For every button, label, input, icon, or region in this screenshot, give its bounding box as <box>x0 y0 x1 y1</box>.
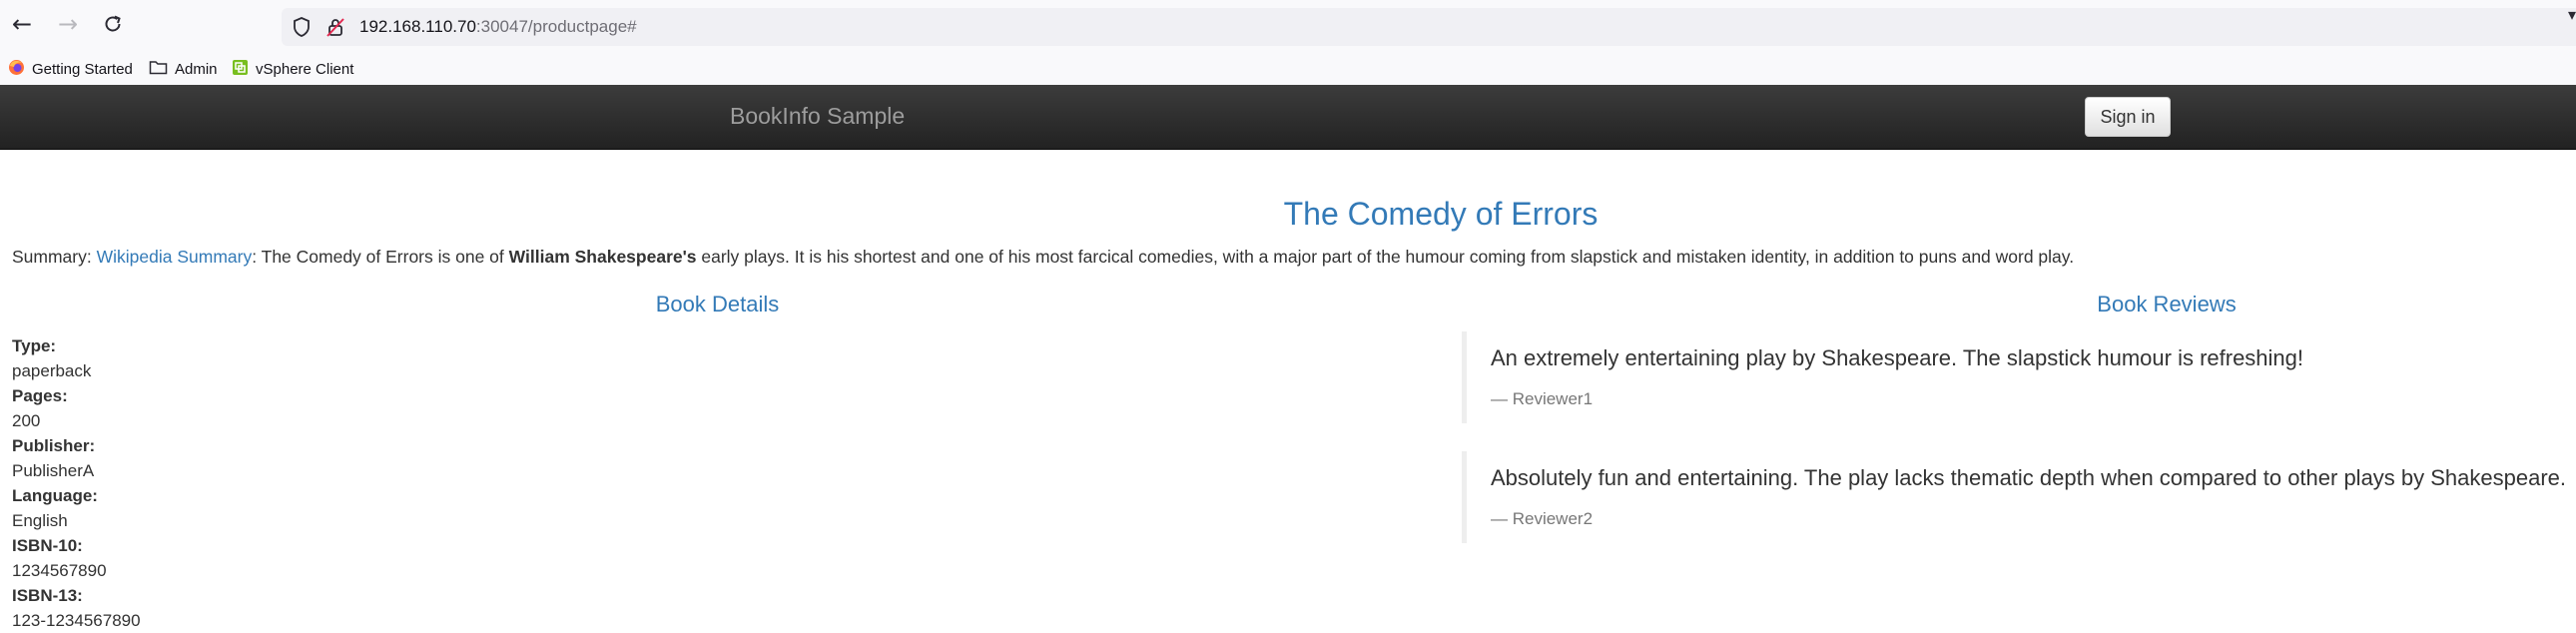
review-author: — Reviewer2 <box>1491 509 1594 528</box>
book-details-list: Type: paperback Pages: 200 Publisher: Pu… <box>12 333 141 633</box>
bookmark-label: Getting Started <box>32 60 133 78</box>
detail-label-isbn13: ISBN-13: <box>12 586 83 605</box>
summary-text-2: early plays. It is his shortest and one … <box>696 247 2075 267</box>
detail-value-isbn13: 123-1234567890 <box>12 611 141 630</box>
detail-value-publisher: PublisherA <box>12 461 95 480</box>
url-text[interactable]: 192.168.110.70:30047/productpage# <box>359 17 637 37</box>
detail-label-language: Language: <box>12 486 98 505</box>
detail-value-type: paperback <box>12 361 92 380</box>
summary-author-bold: William Shakespeare's <box>508 247 697 267</box>
wikipedia-summary-link[interactable]: Wikipedia Summary <box>97 247 253 267</box>
bookmark-getting-started[interactable]: Getting Started <box>8 58 133 80</box>
review-author: — Reviewer1 <box>1491 389 1594 408</box>
firefox-icon <box>8 59 25 80</box>
forward-arrow-icon[interactable]: → <box>54 10 82 38</box>
url-bar[interactable]: 192.168.110.70:30047/productpage# <box>282 8 2576 46</box>
detail-label-publisher: Publisher: <box>12 436 96 455</box>
detail-label-pages: Pages: <box>12 386 68 405</box>
bookmark-label: Admin <box>175 60 218 78</box>
chevron-down-icon[interactable]: ▾ <box>2568 5 2576 24</box>
bookmark-label: vSphere Client <box>256 60 354 78</box>
book-reviews-heading: Book Reviews <box>2097 292 2237 316</box>
browser-toolbar: ← → 192.168.110.70:30047/productpage# ▾ <box>0 0 2576 52</box>
summary-text-1: : The Comedy of Errors is one of <box>252 247 509 267</box>
review-text: Absolutely fun and entertaining. The pla… <box>1491 465 2567 490</box>
review-text: An extremely entertaining play by Shakes… <box>1491 345 2304 370</box>
sign-in-button[interactable]: Sign in <box>2085 97 2171 137</box>
bookmark-vsphere-client[interactable]: vSphere Client <box>232 58 353 80</box>
back-arrow-icon[interactable]: ← <box>8 10 36 38</box>
url-host: 192.168.110.70 <box>359 17 476 36</box>
insecure-lock-icon[interactable] <box>324 16 346 38</box>
detail-value-isbn10: 1234567890 <box>12 561 107 580</box>
vsphere-icon <box>232 59 249 80</box>
tracking-shield-icon[interactable] <box>291 16 313 38</box>
review-item: Absolutely fun and entertaining. The pla… <box>1462 451 2576 543</box>
url-path: :30047/productpage# <box>475 17 637 36</box>
folder-icon <box>149 59 168 79</box>
bookmarks-bar: Getting Started Admin vSphere Client <box>0 52 2576 85</box>
detail-label-isbn10: ISBN-10: <box>12 536 83 555</box>
reload-icon[interactable] <box>99 10 127 38</box>
detail-value-pages: 200 <box>12 411 41 430</box>
navbar-brand[interactable]: BookInfo Sample <box>730 103 905 130</box>
book-summary: Summary: Wikipedia Summary: The Comedy o… <box>12 247 2074 268</box>
review-item: An extremely entertaining play by Shakes… <box>1462 331 2576 423</box>
detail-value-language: English <box>12 511 68 530</box>
book-details-heading: Book Details <box>655 292 780 316</box>
bookmark-admin[interactable]: Admin <box>149 58 218 80</box>
detail-label-type: Type: <box>12 336 57 355</box>
book-title: The Comedy of Errors <box>1283 196 1599 232</box>
summary-prefix: Summary: <box>12 247 97 267</box>
app-navbar: BookInfo Sample Sign in <box>0 85 2576 150</box>
